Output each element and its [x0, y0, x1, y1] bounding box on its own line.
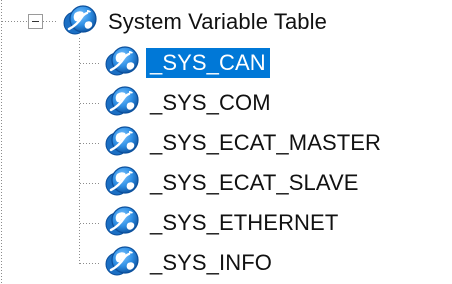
globe-variable-icon — [102, 243, 142, 283]
tree-node-sys-ecat-master[interactable]: _SYS_ECAT_MASTER — [102, 123, 385, 163]
tree-node-root[interactable]: System Variable Table — [60, 2, 331, 42]
system-variable-tree: System Variable Table _SYS_CAN _SYS_COM … — [0, 0, 452, 284]
tree-node-label: _SYS_ECAT_MASTER — [150, 130, 382, 155]
tree-node-sys-ethernet[interactable]: _SYS_ETHERNET — [102, 203, 342, 243]
globe-variable-icon — [102, 163, 142, 203]
tree-node-label: _SYS_ETHERNET — [150, 210, 339, 235]
globe-variable-icon — [60, 2, 100, 42]
tree-node-label: _SYS_ECAT_SLAVE — [150, 170, 359, 195]
globe-variable-icon — [102, 203, 142, 243]
tree-node-sys-info[interactable]: _SYS_INFO — [102, 243, 276, 283]
globe-variable-icon — [102, 123, 142, 163]
globe-variable-icon — [102, 83, 142, 123]
tree-node-label: _SYS_CAN — [146, 48, 270, 78]
collapse-toggle-icon[interactable] — [28, 14, 43, 29]
tree-node-sys-com[interactable]: _SYS_COM — [102, 83, 275, 123]
minus-sign — [32, 21, 39, 22]
tree-node-sys-ecat-slave[interactable]: _SYS_ECAT_SLAVE — [102, 163, 363, 203]
tree-node-label: _SYS_COM — [150, 90, 271, 115]
tree-node-label: System Variable Table — [108, 9, 327, 34]
globe-variable-icon — [102, 43, 142, 83]
tree-node-label: _SYS_INFO — [150, 250, 272, 275]
tree-node-sys-can[interactable]: _SYS_CAN — [102, 43, 270, 83]
